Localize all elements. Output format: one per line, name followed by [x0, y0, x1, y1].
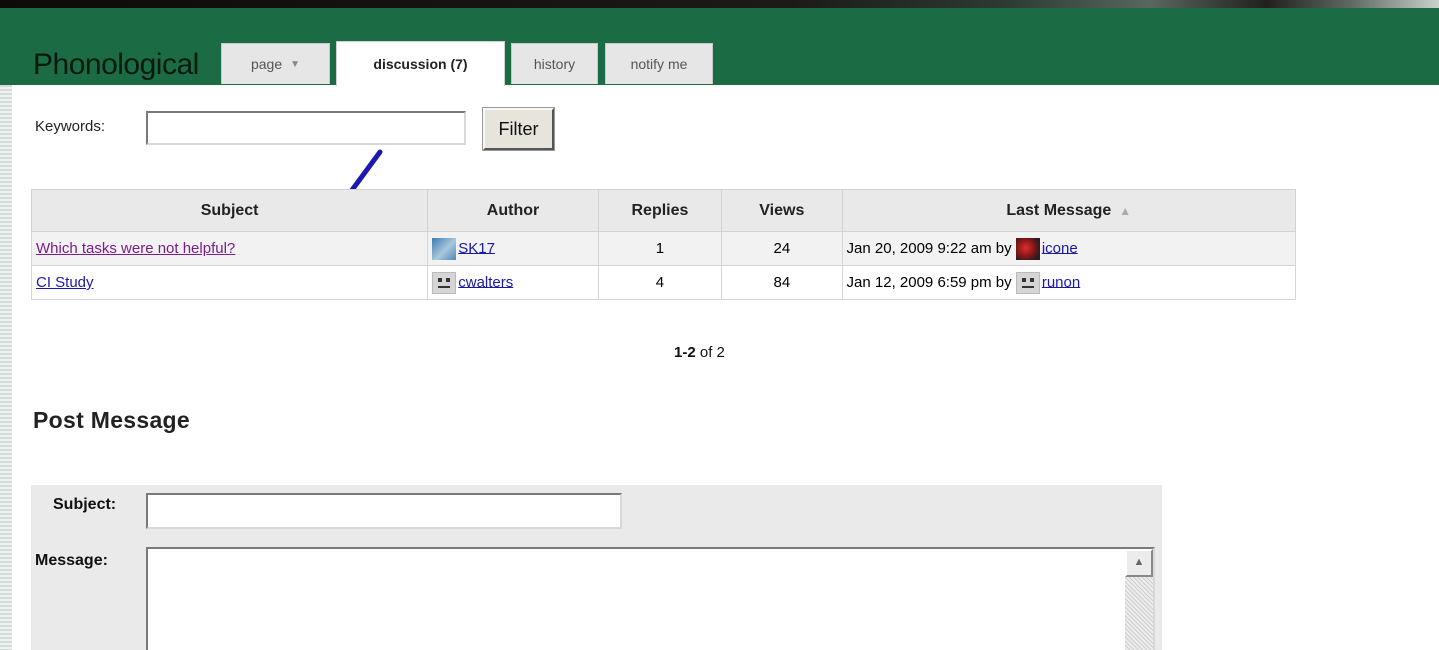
cell-views: 84: [721, 265, 843, 300]
col-last-message[interactable]: Last Message ▲: [841, 189, 1297, 232]
author-link[interactable]: SK17: [458, 239, 495, 256]
author-link[interactable]: cwalters: [458, 273, 513, 290]
last-message-date: Jan 20, 2009 9:22 am by: [846, 239, 1012, 257]
pagination-total: of 2: [699, 344, 725, 361]
topic-link[interactable]: Which tasks were not helpful?: [36, 240, 235, 257]
table-row: CI Study cwalters 4 84 Jan 12, 2009 6:59…: [30, 265, 1297, 300]
cell-last-message: Jan 20, 2009 9:22 am by icone: [841, 231, 1297, 266]
tab-page[interactable]: page ▼: [221, 43, 330, 84]
avatar: [1015, 271, 1040, 294]
pagination-summary: 1-2 of 2: [674, 344, 725, 361]
pagination-range: 1-2: [674, 344, 696, 361]
message-label: Message:: [35, 552, 108, 569]
last-message-date: Jan 12, 2009 6:59 pm by: [846, 273, 1012, 291]
cell-subject: Which tasks were not helpful?: [30, 231, 429, 266]
last-user-link[interactable]: runon: [1042, 273, 1080, 290]
message-textarea[interactable]: [146, 547, 1155, 650]
subject-label: Subject:: [53, 496, 117, 513]
avatar: [1015, 237, 1040, 260]
scroll-up-icon[interactable]: ▲: [1125, 549, 1153, 577]
tab-history[interactable]: history: [511, 43, 598, 84]
post-message-heading: Post Message: [33, 407, 190, 433]
keywords-label: Keywords:: [35, 118, 106, 135]
tab-discussion[interactable]: discussion (7): [336, 41, 505, 86]
tab-page-label: page: [250, 56, 283, 72]
chevron-down-icon: ▼: [290, 58, 301, 70]
cell-replies: 1: [597, 231, 723, 266]
cell-replies: 4: [597, 265, 723, 300]
site-title: Phonological: [33, 48, 199, 81]
sort-ascending-icon: ▲: [1119, 203, 1132, 218]
col-replies[interactable]: Replies: [597, 189, 723, 232]
filter-button[interactable]: Filter: [483, 108, 554, 150]
avatar: [432, 237, 457, 260]
col-author[interactable]: Author: [427, 189, 599, 232]
site-header: Phonological page ▼ discussion (7) histo…: [0, 8, 1439, 86]
subject-input[interactable]: [146, 493, 622, 529]
cell-subject: CI Study: [30, 265, 429, 300]
cell-views: 24: [721, 231, 843, 266]
cell-author: cwalters: [427, 265, 599, 300]
tab-discussion-label: discussion (7): [373, 56, 468, 72]
cell-author: SK17: [427, 231, 599, 266]
last-user-link[interactable]: icone: [1042, 239, 1078, 256]
top-banner: [0, 0, 1439, 8]
avatar: [432, 271, 457, 294]
page-left-border: [0, 85, 12, 650]
tab-history-label: history: [533, 56, 576, 72]
tab-notify-me[interactable]: notify me: [605, 43, 713, 84]
col-last-message-label: Last Message: [1006, 201, 1112, 219]
keywords-input[interactable]: [146, 111, 466, 145]
discussion-table: Subject Author Replies Views Last Messag…: [30, 189, 1297, 300]
table-row: Which tasks were not helpful? SK17 1 24 …: [30, 231, 1297, 266]
cell-last-message: Jan 12, 2009 6:59 pm by runon: [841, 265, 1297, 300]
table-header-row: Subject Author Replies Views Last Messag…: [30, 189, 1297, 232]
col-subject[interactable]: Subject: [30, 189, 429, 232]
topic-link[interactable]: CI Study: [36, 274, 94, 291]
col-views[interactable]: Views: [721, 189, 843, 232]
tab-notify-label: notify me: [630, 56, 688, 72]
